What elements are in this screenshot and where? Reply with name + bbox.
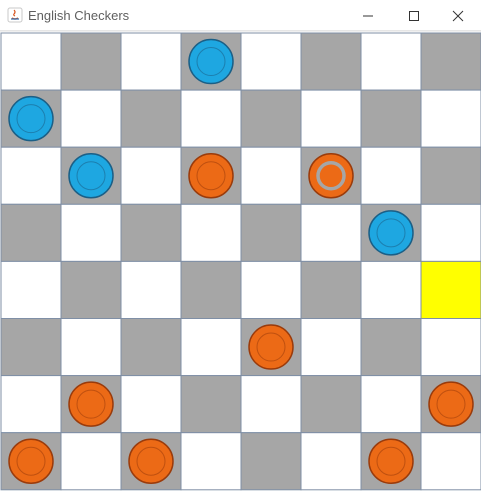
board-square[interactable] [300,32,362,91]
board-square-highlighted[interactable] [420,260,481,319]
board-square[interactable] [60,89,122,148]
board-square[interactable] [360,318,422,377]
board-square[interactable] [420,146,481,205]
maximize-button[interactable] [391,0,437,31]
title-bar[interactable]: English Checkers [0,0,481,31]
java-icon [7,7,23,23]
board-square[interactable] [240,375,302,434]
blue-piece[interactable] [8,95,54,142]
board-square[interactable] [240,89,302,148]
board-square[interactable] [240,260,302,319]
orange-piece[interactable] [188,153,234,199]
board-square[interactable] [240,203,302,262]
orange-piece[interactable] [428,381,474,427]
piece-body [128,438,174,484]
board-square[interactable] [360,89,422,148]
board-square[interactable] [300,375,362,434]
board-square[interactable] [60,203,122,262]
piece-body [8,95,54,142]
board-square[interactable] [300,203,362,262]
board-square[interactable] [0,146,62,205]
close-icon [452,10,464,21]
board-square[interactable] [360,32,422,91]
board-square[interactable] [240,432,302,491]
orange-piece[interactable] [368,438,414,484]
orange-piece[interactable] [248,324,294,370]
board-square[interactable] [60,318,122,377]
board-square[interactable] [240,146,302,205]
board-area [0,32,481,491]
board-square[interactable] [120,375,182,434]
blue-piece[interactable] [68,153,114,199]
board-square[interactable] [180,203,242,262]
board-square[interactable] [180,89,242,148]
board-square[interactable] [0,32,62,91]
board-square[interactable] [180,375,242,434]
blue-piece[interactable] [368,210,414,256]
board-square[interactable] [420,32,481,91]
orange-piece[interactable] [8,438,54,484]
board-square[interactable] [120,32,182,91]
board-square[interactable] [180,432,242,491]
board-square[interactable] [0,318,62,377]
board-square[interactable] [300,89,362,148]
minimize-button[interactable] [345,0,391,31]
board-square[interactable] [300,432,362,491]
board-square[interactable] [360,146,422,205]
app-window: English Checkers [0,0,481,491]
orange-piece[interactable] [68,381,114,427]
piece-body [188,38,234,85]
board-square[interactable] [0,375,62,434]
board-square[interactable] [60,432,122,491]
piece-body [368,210,414,256]
board-square[interactable] [240,32,302,91]
board-square[interactable] [420,89,481,148]
board-square[interactable] [120,318,182,377]
window-title: English Checkers [28,8,130,23]
minimize-icon [363,15,373,16]
board-square[interactable] [300,260,362,319]
piece-body [188,153,234,199]
orange-piece[interactable] [308,153,354,199]
board-square[interactable] [60,32,122,91]
board-square[interactable] [180,260,242,319]
board-square[interactable] [420,318,481,377]
board-square[interactable] [420,203,481,262]
board-square[interactable] [120,146,182,205]
blue-piece[interactable] [188,38,234,85]
checkers-board[interactable] [0,32,481,491]
board-square[interactable] [60,260,122,319]
piece-body [368,438,414,484]
board-square[interactable] [300,318,362,377]
board-square[interactable] [120,203,182,262]
board-square[interactable] [360,375,422,434]
close-button[interactable] [435,0,481,31]
board-square[interactable] [120,260,182,319]
piece-body [248,324,294,370]
board-square[interactable] [180,318,242,377]
board-square[interactable] [120,89,182,148]
board-square[interactable] [420,432,481,491]
maximize-icon [409,10,419,21]
piece-body [68,381,114,427]
board-square[interactable] [0,203,62,262]
piece-body [308,153,354,199]
board-square[interactable] [360,260,422,319]
board-square[interactable] [0,260,62,319]
orange-piece[interactable] [128,438,174,484]
piece-body [8,438,54,484]
piece-body [428,381,474,427]
piece-body [68,153,114,199]
